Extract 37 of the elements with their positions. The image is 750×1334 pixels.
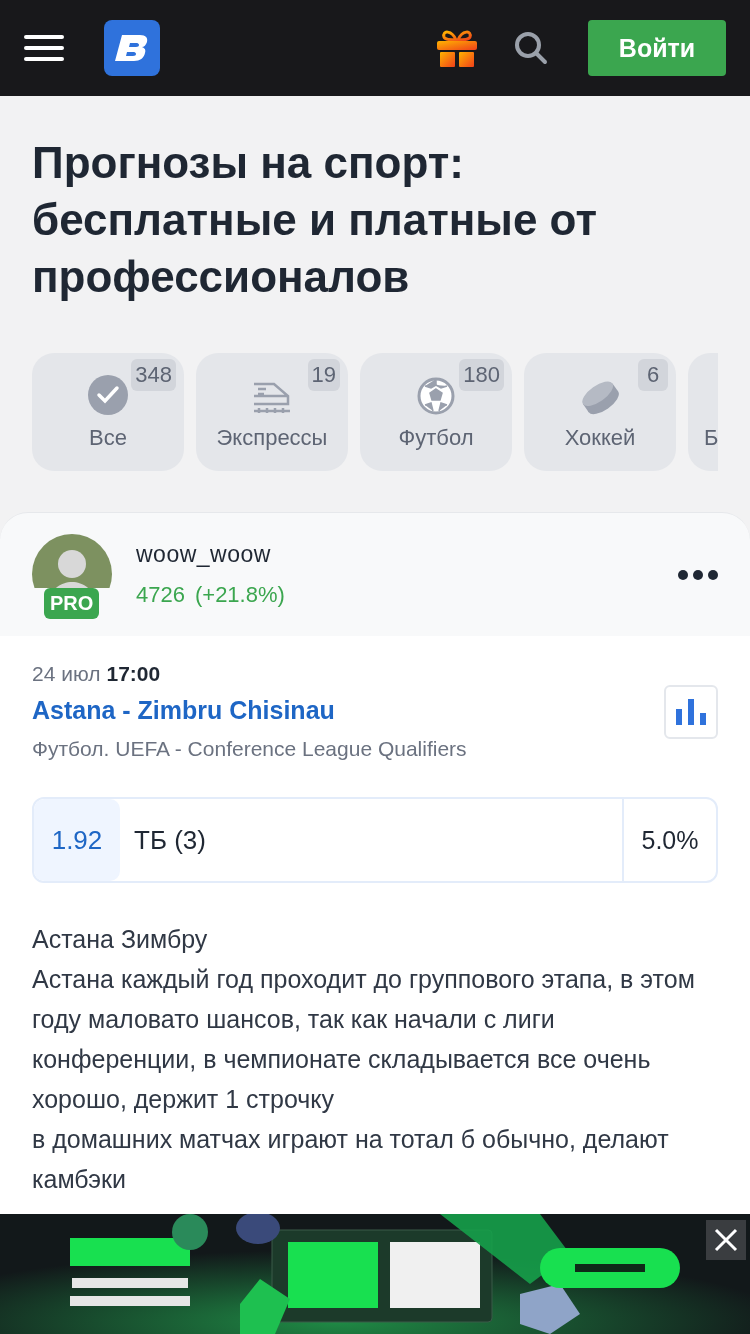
more-icon[interactable] xyxy=(678,569,718,580)
bar-chart-icon xyxy=(676,698,706,725)
match-date: 24 июл xyxy=(32,662,101,685)
category-chip[interactable]: 348 Все xyxy=(32,353,184,471)
check-icon xyxy=(88,375,128,415)
author-name[interactable]: woow_woow xyxy=(136,541,678,568)
tip-text: Астана Зимбру Астана каждый год проходит до группового этапа, в этом году маловато шансов, так как начали с лиги конференции, в чемпионате складывается все очень хорошо, держит 1 строчку в домашних матчах играют на тотал б обычно, делают камбэки xyxy=(32,924,696,1195)
bet-row[interactable]: 1.92 ТБ (3) 5.0% xyxy=(32,797,718,883)
odds: 1.92 xyxy=(34,799,120,881)
menu-icon[interactable] xyxy=(24,34,64,62)
logo-icon[interactable] xyxy=(104,20,160,76)
count-badge: 348 xyxy=(131,359,176,391)
close-button[interactable] xyxy=(706,1220,746,1260)
bet-type: ТБ (3) xyxy=(133,823,207,857)
close-icon xyxy=(714,1228,738,1252)
train-icon xyxy=(252,381,292,415)
rating-change: (+21.8%) xyxy=(194,582,285,608)
category-chip[interactable]: 19 Экспрессы xyxy=(196,353,348,471)
stats-button[interactable] xyxy=(664,684,718,739)
ball-icon xyxy=(417,377,455,415)
page-title: Прогнозы на спорт: бесплатные и платные от профессионалов xyxy=(32,137,598,303)
category-chip[interactable]: 6 Хоккей xyxy=(524,353,676,471)
category-chip[interactable]: Б xyxy=(688,353,718,471)
login-button[interactable]: Войти xyxy=(588,20,726,76)
match-time: 17:00 xyxy=(106,662,161,685)
match-link[interactable]: Astana - Zimbru Chisinau xyxy=(32,696,335,725)
author-rating: 4726 xyxy=(136,582,185,608)
count-badge: 6 xyxy=(638,359,668,391)
stake: 5.0% xyxy=(622,799,716,881)
league-name: Футбол. UEFA - Conference League Qualifiers xyxy=(32,737,468,761)
pro-badge: PRO xyxy=(44,587,100,619)
gift-icon[interactable] xyxy=(436,28,478,68)
count-badge: 19 xyxy=(307,359,340,391)
category-chip[interactable]: 180 Футбол xyxy=(360,353,512,471)
puck-icon xyxy=(580,379,620,415)
search-icon[interactable] xyxy=(514,31,548,65)
count-badge: 180 xyxy=(459,359,504,391)
